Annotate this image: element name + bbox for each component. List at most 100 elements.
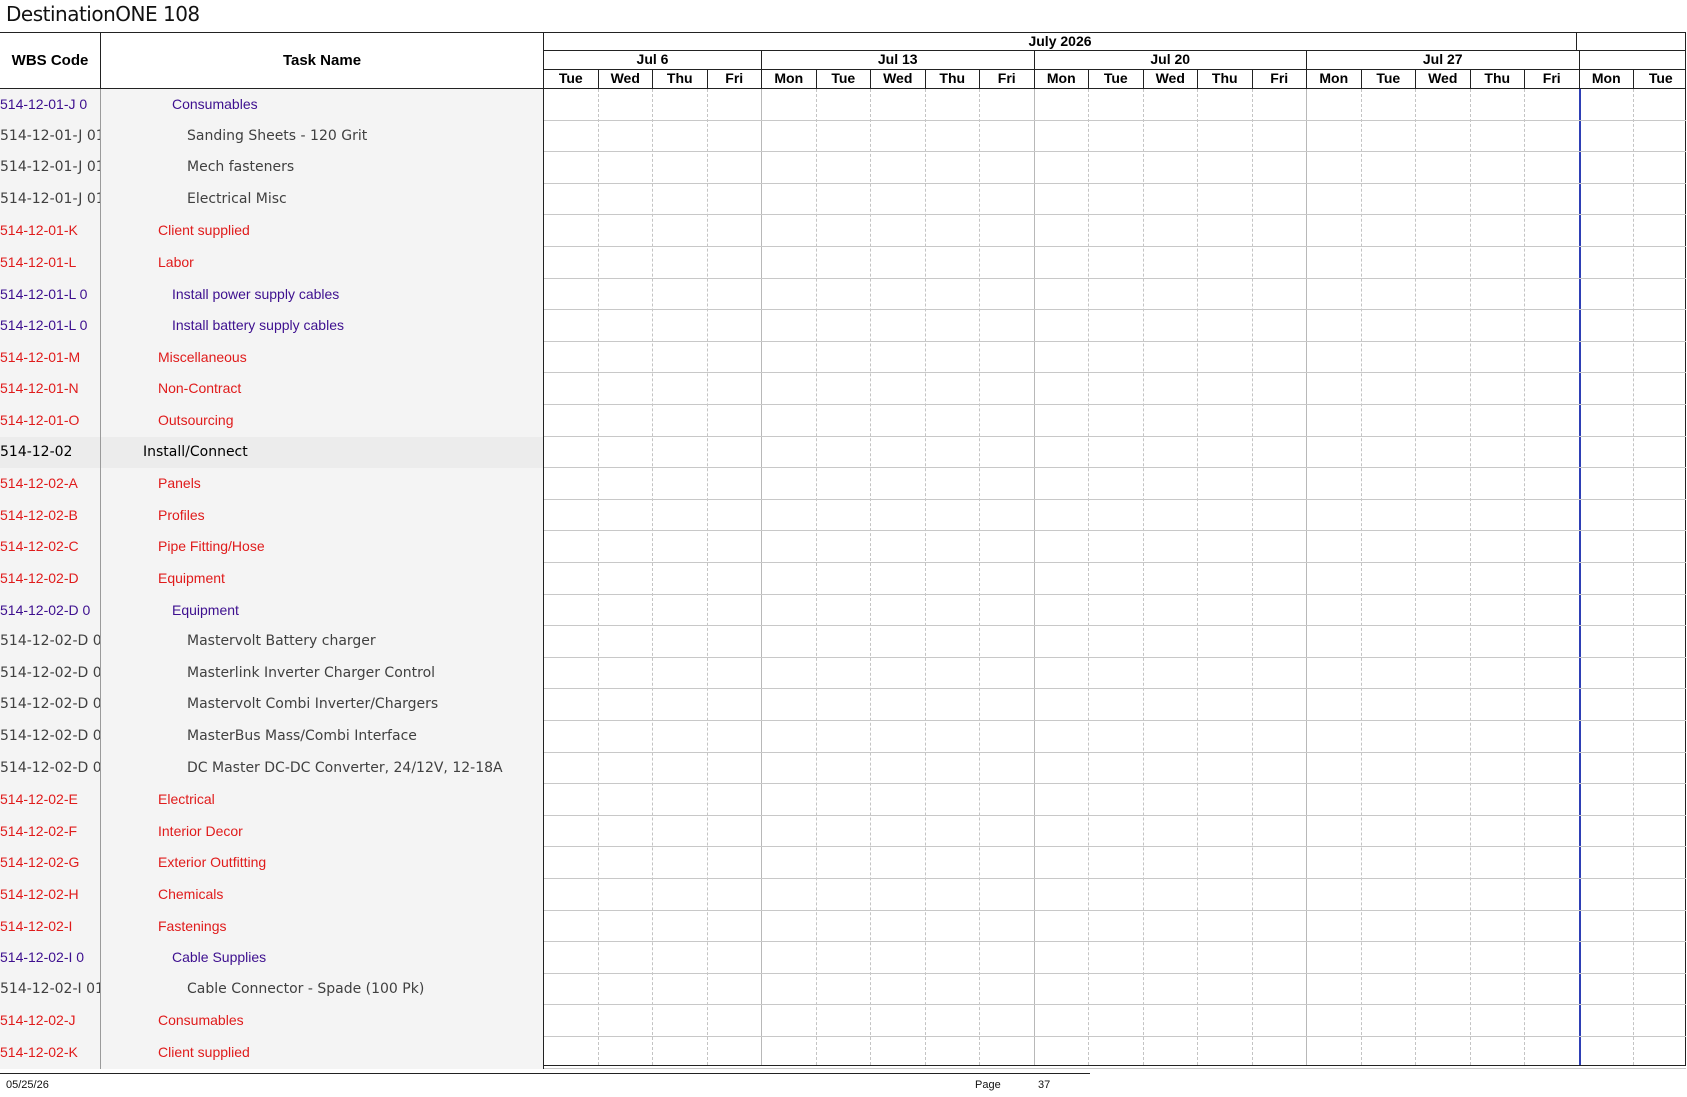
table-row[interactable]: 514-12-02 Install/Connect	[0, 436, 1686, 469]
task-name-cell[interactable]: Pipe Fitting/Hose	[101, 531, 544, 563]
table-row[interactable]: 514-12-02-K Client supplied	[0, 1037, 1686, 1069]
table-row[interactable]: 514-12-01-J 01 Sanding Sheets - 120 Grit	[0, 120, 1686, 153]
wbs-code-cell[interactable]: 514-12-02-D 0	[0, 594, 101, 627]
column-header-wbs-code[interactable]: WBS Code	[0, 32, 101, 88]
task-name-cell[interactable]: Masterlink Inverter Charger Control	[101, 657, 544, 690]
wbs-code-cell[interactable]: 514-12-02-E	[0, 784, 101, 816]
wbs-code-cell[interactable]: 514-12-01-M	[0, 341, 101, 374]
task-name-cell[interactable]: Interior Decor	[101, 815, 544, 848]
table-row[interactable]: 514-12-02-I 01 Cable Connector - Spade (1…	[0, 973, 1686, 1006]
task-name-cell[interactable]: Sanding Sheets - 120 Grit	[101, 120, 544, 153]
table-row[interactable]: 514-12-02-G Exterior Outfitting	[0, 847, 1686, 879]
table-row[interactable]: 514-12-02-F Interior Decor	[0, 815, 1686, 848]
wbs-code-cell[interactable]: 514-12-02-J	[0, 1005, 101, 1037]
wbs-code-cell[interactable]: 514-12-02-D 0	[0, 752, 101, 785]
table-row[interactable]: 514-12-01-O Outsourcing	[0, 405, 1686, 437]
table-row[interactable]: 514-12-01-N Non-Contract	[0, 373, 1686, 405]
table-row[interactable]: 514-12-01-L 0 Install power supply cables	[0, 278, 1686, 311]
wbs-code-cell[interactable]: 514-12-01-J 0	[0, 89, 101, 121]
table-row[interactable]: 514-12-02-D 0 Masterlink Inverter Charger…	[0, 657, 1686, 690]
wbs-code-cell[interactable]: 514-12-02-D 0	[0, 721, 101, 753]
task-name-cell[interactable]: Mastervolt Combi Inverter/Chargers	[101, 689, 544, 721]
wbs-code-cell[interactable]: 514-12-01-L	[0, 247, 101, 279]
wbs-code-cell[interactable]: 514-12-02-G	[0, 847, 101, 879]
task-name-cell[interactable]: Mastervolt Battery charger	[101, 626, 544, 658]
table-row[interactable]: 514-12-02-E Electrical	[0, 784, 1686, 816]
table-row[interactable]: 514-12-02-H Chemicals	[0, 879, 1686, 911]
wbs-code-cell[interactable]: 514-12-02-A	[0, 468, 101, 500]
wbs-code-cell[interactable]: 514-12-01-J 01	[0, 183, 101, 216]
wbs-code-cell[interactable]: 514-12-02-I 01	[0, 973, 101, 1006]
wbs-code-cell[interactable]: 514-12-02-D	[0, 563, 101, 595]
table-row[interactable]: 514-12-01-J 01 Electrical Misc	[0, 183, 1686, 216]
task-name-cell[interactable]: Install power supply cables	[101, 278, 544, 311]
wbs-code-cell[interactable]: 514-12-02-D 0	[0, 626, 101, 658]
task-name-cell[interactable]: Exterior Outfitting	[101, 847, 544, 879]
wbs-code-cell[interactable]: 514-12-02-B	[0, 499, 101, 532]
wbs-code-cell[interactable]: 514-12-02-K	[0, 1037, 101, 1069]
task-name-cell[interactable]: Cable Connector - Spade (100 Pk)	[101, 973, 544, 1006]
app-title: DestinationONE 108	[6, 2, 200, 26]
table-row[interactable]: 514-12-01-L 0 Install battery supply cabl…	[0, 310, 1686, 342]
column-header-task-name[interactable]: Task Name	[101, 32, 544, 88]
table-row[interactable]: 514-12-01-L Labor	[0, 247, 1686, 279]
wbs-code-cell[interactable]: 514-12-02-I	[0, 910, 101, 943]
task-name-cell[interactable]: Panels	[101, 468, 544, 500]
task-name-cell[interactable]: MasterBus Mass/Combi Interface	[101, 721, 544, 753]
table-row[interactable]: 514-12-02-D Equipment	[0, 563, 1686, 595]
wbs-code-cell[interactable]: 514-12-02-I 0	[0, 942, 101, 974]
task-name-cell[interactable]: Profiles	[101, 499, 544, 532]
table-row[interactable]: 514-12-02-C Pipe Fitting/Hose	[0, 531, 1686, 563]
wbs-code-cell[interactable]: 514-12-01-J 01	[0, 152, 101, 184]
table-row[interactable]: 514-12-02-I Fastenings	[0, 910, 1686, 943]
table-row[interactable]: 514-12-01-M Miscellaneous	[0, 341, 1686, 374]
wbs-code-cell[interactable]: 514-12-01-J 01	[0, 120, 101, 153]
table-row[interactable]: 514-12-02-B Profiles	[0, 499, 1686, 532]
wbs-code-cell[interactable]: 514-12-02-H	[0, 879, 101, 911]
table-row[interactable]: 514-12-02-D 0 Mastervolt Battery charger	[0, 626, 1686, 658]
wbs-code-cell[interactable]: 514-12-02-D 0	[0, 657, 101, 690]
task-name-cell[interactable]: DC Master DC-DC Converter, 24/12V, 12-18…	[101, 752, 544, 785]
timescale-day: Mon	[1307, 69, 1362, 88]
task-name-cell[interactable]: Install/Connect	[101, 436, 544, 469]
task-name-cell[interactable]: Fastenings	[101, 910, 544, 943]
task-name-cell[interactable]: Miscellaneous	[101, 341, 544, 374]
table-row[interactable]: 514-12-02-D 0 MasterBus Mass/Combi Interf…	[0, 721, 1686, 753]
wbs-code-cell[interactable]: 514-12-01-O	[0, 405, 101, 437]
task-name-cell[interactable]: Electrical	[101, 784, 544, 816]
table-row[interactable]: 514-12-02-D 0 DC Master DC-DC Converter, …	[0, 752, 1686, 785]
wbs-code-cell[interactable]: 514-12-02-D 0	[0, 689, 101, 721]
task-name-cell[interactable]: Consumables	[101, 1005, 544, 1037]
table-row[interactable]: 514-12-02-J Consumables	[0, 1005, 1686, 1037]
task-name-cell[interactable]: Labor	[101, 247, 544, 279]
task-name-cell[interactable]: Mech fasteners	[101, 152, 544, 184]
task-name-cell[interactable]: Electrical Misc	[101, 183, 544, 216]
task-name-cell[interactable]: Outsourcing	[101, 405, 544, 437]
task-name-cell[interactable]: Client supplied	[101, 215, 544, 247]
task-name-cell[interactable]: Equipment	[101, 594, 544, 627]
table-row[interactable]: 514-12-01-J 01 Mech fasteners	[0, 152, 1686, 184]
table-row[interactable]: 514-12-02-D 0 Mastervolt Combi Inverter/C…	[0, 689, 1686, 721]
wbs-code-cell[interactable]: 514-12-01-L 0	[0, 310, 101, 342]
wbs-code-cell[interactable]: 514-12-02-F	[0, 815, 101, 848]
table-row[interactable]: 514-12-02-I 0 Cable Supplies	[0, 942, 1686, 974]
timescale-day: Wed	[871, 69, 926, 88]
task-name-cell[interactable]: Equipment	[101, 563, 544, 595]
table-row[interactable]: 514-12-02-A Panels	[0, 468, 1686, 500]
task-name-cell[interactable]: Cable Supplies	[101, 942, 544, 974]
wbs-code-cell[interactable]: 514-12-01-N	[0, 373, 101, 405]
task-name-cell[interactable]: Non-Contract	[101, 373, 544, 405]
table-row[interactable]: 514-12-02-D 0 Equipment	[0, 594, 1686, 627]
table-row[interactable]: 514-12-01-J 0 Consumables	[0, 89, 1686, 121]
wbs-code-cell[interactable]: 514-12-02	[0, 436, 101, 469]
task-name-cell[interactable]: Chemicals	[101, 879, 544, 911]
task-name-cell[interactable]: Client supplied	[101, 1037, 544, 1069]
task-name-cell[interactable]: Install battery supply cables	[101, 310, 544, 342]
wbs-code-cell[interactable]: 514-12-01-K	[0, 215, 101, 247]
timescale-day: Mon	[1035, 69, 1089, 88]
footer-date: 05/25/26	[6, 1079, 49, 1091]
wbs-code-cell[interactable]: 514-12-01-L 0	[0, 278, 101, 311]
wbs-code-cell[interactable]: 514-12-02-C	[0, 531, 101, 563]
task-name-cell[interactable]: Consumables	[101, 89, 544, 121]
table-row[interactable]: 514-12-01-K Client supplied	[0, 215, 1686, 247]
